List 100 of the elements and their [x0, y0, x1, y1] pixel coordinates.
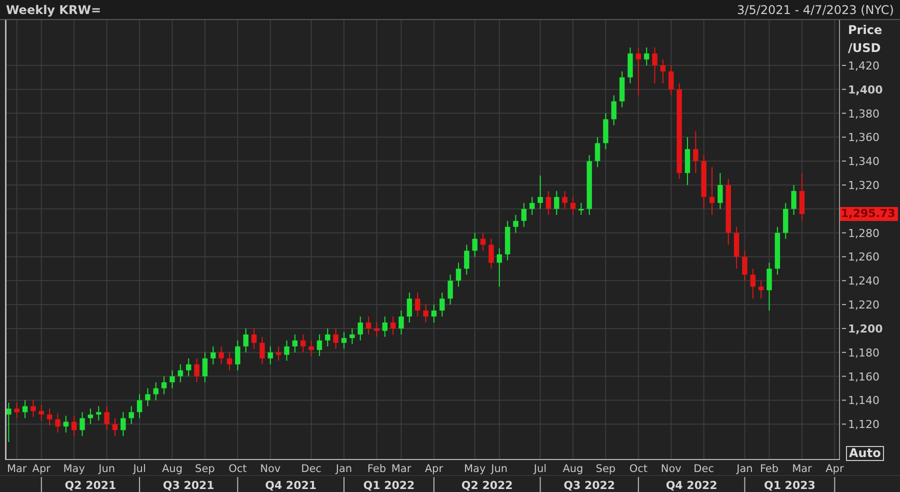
candlestick [783, 202, 788, 240]
axis-label: 1,400 [848, 83, 883, 96]
candlestick [538, 174, 543, 210]
axis-label: Oct [629, 463, 648, 475]
candlestick [504, 220, 510, 261]
candlestick [260, 336, 265, 365]
candlestick [145, 388, 150, 407]
candlestick [496, 248, 502, 288]
axis-label: Oct [228, 463, 247, 475]
quarter-label: Q4 2021 [265, 479, 317, 492]
axis-label: 1,360 [848, 131, 880, 144]
axis-label: Aug [562, 463, 584, 475]
candlestick [14, 402, 20, 419]
candlestick [611, 94, 616, 126]
axis-label: Jun [98, 463, 116, 475]
candlestick [586, 154, 592, 216]
candlestick [456, 262, 462, 288]
axis-label: Jun [491, 463, 508, 475]
axis-label: Aug [162, 463, 182, 475]
candlestick [382, 316, 388, 338]
candlestick [316, 334, 322, 356]
candlestick [226, 352, 232, 371]
candlestick [660, 58, 666, 84]
axis-label: Nov [660, 463, 682, 475]
axis-label: 1,160 [848, 370, 880, 384]
candlestick [774, 226, 780, 276]
candlestick [350, 328, 355, 345]
candlestick [218, 346, 224, 365]
candlestick [766, 262, 772, 312]
candlestick [178, 364, 184, 383]
candlestick [513, 214, 518, 234]
candlestick [652, 47, 658, 84]
axis-label: 1,220 [848, 298, 880, 312]
candlestick [276, 346, 282, 362]
candlestick [398, 310, 404, 335]
candlestick [709, 166, 715, 216]
candlestick [390, 316, 396, 335]
candlestick [448, 274, 453, 306]
candlestick [308, 340, 314, 356]
candlestick [734, 226, 740, 270]
candlestick [546, 190, 552, 216]
axis-label: Feb [367, 463, 386, 475]
axis-label: 1,120 [848, 418, 880, 432]
candlestick [63, 415, 69, 433]
candlestick [554, 190, 560, 216]
price-tag: 1,295.73 [840, 207, 898, 222]
candlestick [693, 130, 698, 174]
candlestick [619, 70, 625, 108]
candlestick [153, 382, 158, 401]
axis-label: Apr [424, 463, 444, 475]
axis-label: 1,340 [848, 155, 880, 168]
candlestick [480, 232, 486, 252]
candlestick [170, 370, 175, 389]
axis-label: 1,380 [848, 107, 880, 120]
candlestick [161, 376, 167, 395]
candlestick [603, 112, 608, 150]
candlestick [268, 346, 273, 365]
candlestick [30, 400, 36, 418]
axis-label: Dec [694, 463, 714, 475]
candlestick [136, 394, 142, 419]
quarter-label: Q3 2021 [162, 479, 214, 492]
candlestick [718, 172, 723, 210]
axis-label: Mar [6, 463, 27, 475]
axis-title: Price /USD [848, 22, 884, 57]
axis-label: Jan [736, 463, 753, 475]
axis-label: Mar [391, 463, 412, 475]
axis-label: Mar [792, 463, 812, 475]
candlestick [292, 334, 298, 353]
candlestick [46, 408, 52, 426]
quarter-label: Q1 2022 [363, 479, 415, 492]
axis-label: 1,260 [848, 250, 880, 264]
candlestick [202, 352, 208, 383]
axis-label: 1,280 [848, 226, 880, 240]
candlestick [684, 136, 690, 186]
candlestick [120, 412, 126, 437]
quarter-label: Q3 2022 [564, 479, 616, 492]
axis-label: 1,320 [848, 179, 880, 192]
candlestick [406, 292, 412, 323]
candlestick [194, 358, 200, 383]
auto-button[interactable]: Auto [846, 446, 884, 461]
axis-label: Apr [32, 463, 50, 475]
candlestick [186, 358, 192, 377]
candlestick [758, 280, 764, 300]
candlestick [530, 196, 535, 216]
candlestick [726, 178, 731, 246]
axis-label: Nov [260, 463, 281, 475]
candlestick [300, 334, 306, 353]
quarter-label: Q4 2022 [666, 479, 718, 492]
candlestick [6, 402, 12, 443]
candlestick [88, 408, 94, 425]
candlestick [366, 316, 372, 335]
candlestick [112, 418, 118, 437]
candlestick [440, 292, 445, 318]
candlestick [96, 406, 102, 422]
candlestick [80, 412, 85, 437]
axis-label: Jul [534, 463, 547, 475]
candlestick [341, 332, 347, 350]
candlestick [464, 244, 470, 276]
candlestick [578, 202, 584, 216]
candlestick [374, 322, 380, 338]
